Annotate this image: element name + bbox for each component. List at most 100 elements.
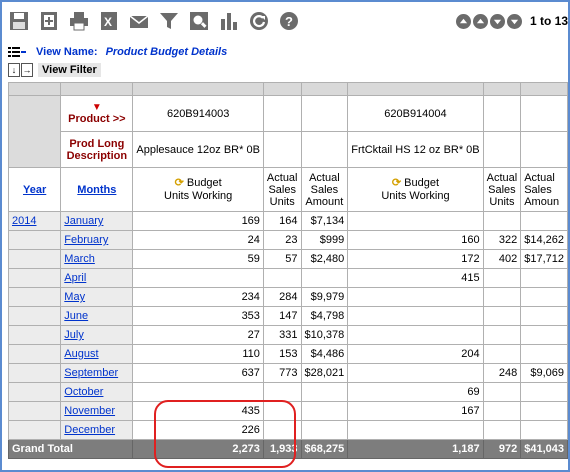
year-link[interactable]: 2014 — [12, 215, 36, 227]
year-cell — [8, 344, 62, 364]
page-indicator: 1 to 13 — [529, 14, 568, 28]
month-link[interactable]: December — [64, 424, 115, 436]
table-row: October 69 — [8, 382, 568, 402]
prev-page-icon[interactable] — [472, 13, 488, 29]
refresh-icon: ⟳ — [174, 176, 184, 189]
value-cell: 147 — [262, 306, 302, 326]
month-cell: October — [60, 382, 134, 402]
value-cell: 167 — [347, 401, 484, 421]
total-units-1: 1,933 — [262, 439, 302, 459]
value-cell: 27 — [132, 325, 264, 345]
value-cell: $9,069 — [520, 363, 568, 383]
budget-column-header-2[interactable]: ⟳ Budget Units Working — [347, 167, 484, 212]
chart-icon[interactable] — [218, 10, 240, 32]
view-name-value[interactable]: Product Budget Details — [106, 46, 228, 58]
sort-right-icon[interactable]: → — [21, 63, 33, 77]
month-cell: June — [60, 306, 134, 326]
value-cell: 164 — [262, 211, 302, 231]
value-cell: 23 — [262, 230, 302, 250]
sort-down-icon[interactable]: ↓ — [8, 63, 20, 77]
month-link[interactable]: February — [64, 234, 108, 246]
value-cell — [482, 420, 522, 440]
budget-column-header-1[interactable]: ⟳ Budget Units Working — [132, 167, 264, 212]
year-cell — [8, 268, 62, 288]
value-cell — [482, 344, 522, 364]
value-cell — [482, 211, 522, 231]
product-header[interactable]: ▼ Product >> — [60, 95, 134, 132]
month-cell: July — [60, 325, 134, 345]
year-cell — [8, 363, 62, 383]
value-cell: 24 — [132, 230, 264, 250]
value-cell — [520, 268, 568, 288]
month-link[interactable]: November — [64, 405, 115, 417]
value-cell — [300, 420, 349, 440]
product-desc-1: Applesauce 12oz BR* 0B — [132, 131, 264, 168]
new-icon[interactable] — [38, 10, 60, 32]
value-cell — [482, 268, 522, 288]
month-link[interactable]: September — [64, 367, 118, 379]
month-cell: August — [60, 344, 134, 364]
value-cell: 248 — [482, 363, 522, 383]
month-link[interactable]: August — [64, 348, 98, 360]
value-cell: 226 — [132, 420, 264, 440]
excel-icon[interactable]: X — [98, 10, 120, 32]
grand-total-label: Grand Total — [8, 439, 134, 459]
value-cell — [482, 401, 522, 421]
next-page-icon[interactable] — [489, 13, 505, 29]
search-icon[interactable] — [188, 10, 210, 32]
year-column-header[interactable]: Year — [8, 167, 62, 212]
table-row: March 59 57 $2,480 172 402 $17,712 — [8, 249, 568, 269]
year-cell — [8, 420, 62, 440]
save-icon[interactable] — [8, 10, 30, 32]
value-cell — [262, 268, 302, 288]
month-link[interactable]: June — [64, 310, 88, 322]
month-link[interactable]: May — [64, 291, 85, 303]
value-cell: 234 — [132, 287, 264, 307]
year-cell — [8, 401, 62, 421]
table-row: May 234 284 $9,979 — [8, 287, 568, 307]
month-link[interactable]: October — [64, 386, 103, 398]
print-icon[interactable] — [68, 10, 90, 32]
value-cell — [520, 287, 568, 307]
value-cell: $10,378 — [300, 325, 349, 345]
view-filter-button[interactable]: View Filter — [38, 63, 101, 77]
value-cell: 402 — [482, 249, 522, 269]
month-link[interactable]: March — [64, 253, 95, 265]
last-page-icon[interactable] — [506, 13, 522, 29]
value-cell: 172 — [347, 249, 484, 269]
value-cell: $2,480 — [300, 249, 349, 269]
value-cell — [520, 211, 568, 231]
refresh-icon[interactable] — [248, 10, 270, 32]
months-column-header[interactable]: Months — [60, 167, 134, 212]
value-cell — [300, 268, 349, 288]
first-page-icon[interactable] — [455, 13, 471, 29]
month-cell: March — [60, 249, 134, 269]
month-cell: May — [60, 287, 134, 307]
view-list-icon[interactable] — [8, 47, 26, 57]
table-row: April 415 — [8, 268, 568, 288]
month-link[interactable]: January — [64, 215, 103, 227]
total-amount-1: $68,275 — [300, 439, 349, 459]
month-link[interactable]: April — [64, 272, 86, 284]
product-code-1: 620B914003 — [132, 95, 264, 132]
value-cell: 204 — [347, 344, 484, 364]
refresh-icon: ⟳ — [391, 176, 402, 189]
filter-icon[interactable] — [158, 10, 180, 32]
value-cell — [520, 382, 568, 402]
value-cell: 57 — [262, 249, 302, 269]
total-budget-2: 1,187 — [347, 439, 484, 459]
product-code-2: 620B914004 — [347, 95, 484, 132]
value-cell: $28,021 — [300, 363, 349, 383]
email-icon[interactable] — [128, 10, 150, 32]
table-row: September 637 773 $28,021 248 $9,069 — [8, 363, 568, 383]
month-cell: November — [60, 401, 134, 421]
help-icon[interactable]: ? — [278, 10, 300, 32]
table-row: June 353 147 $4,798 — [8, 306, 568, 326]
value-cell: $14,262 — [520, 230, 568, 250]
view-name-label: View Name: — [36, 46, 98, 58]
table-row: July 27 331 $10,378 — [8, 325, 568, 345]
month-link[interactable]: July — [64, 329, 84, 341]
year-cell — [8, 382, 62, 402]
value-cell — [347, 306, 484, 326]
value-cell: 153 — [262, 344, 302, 364]
